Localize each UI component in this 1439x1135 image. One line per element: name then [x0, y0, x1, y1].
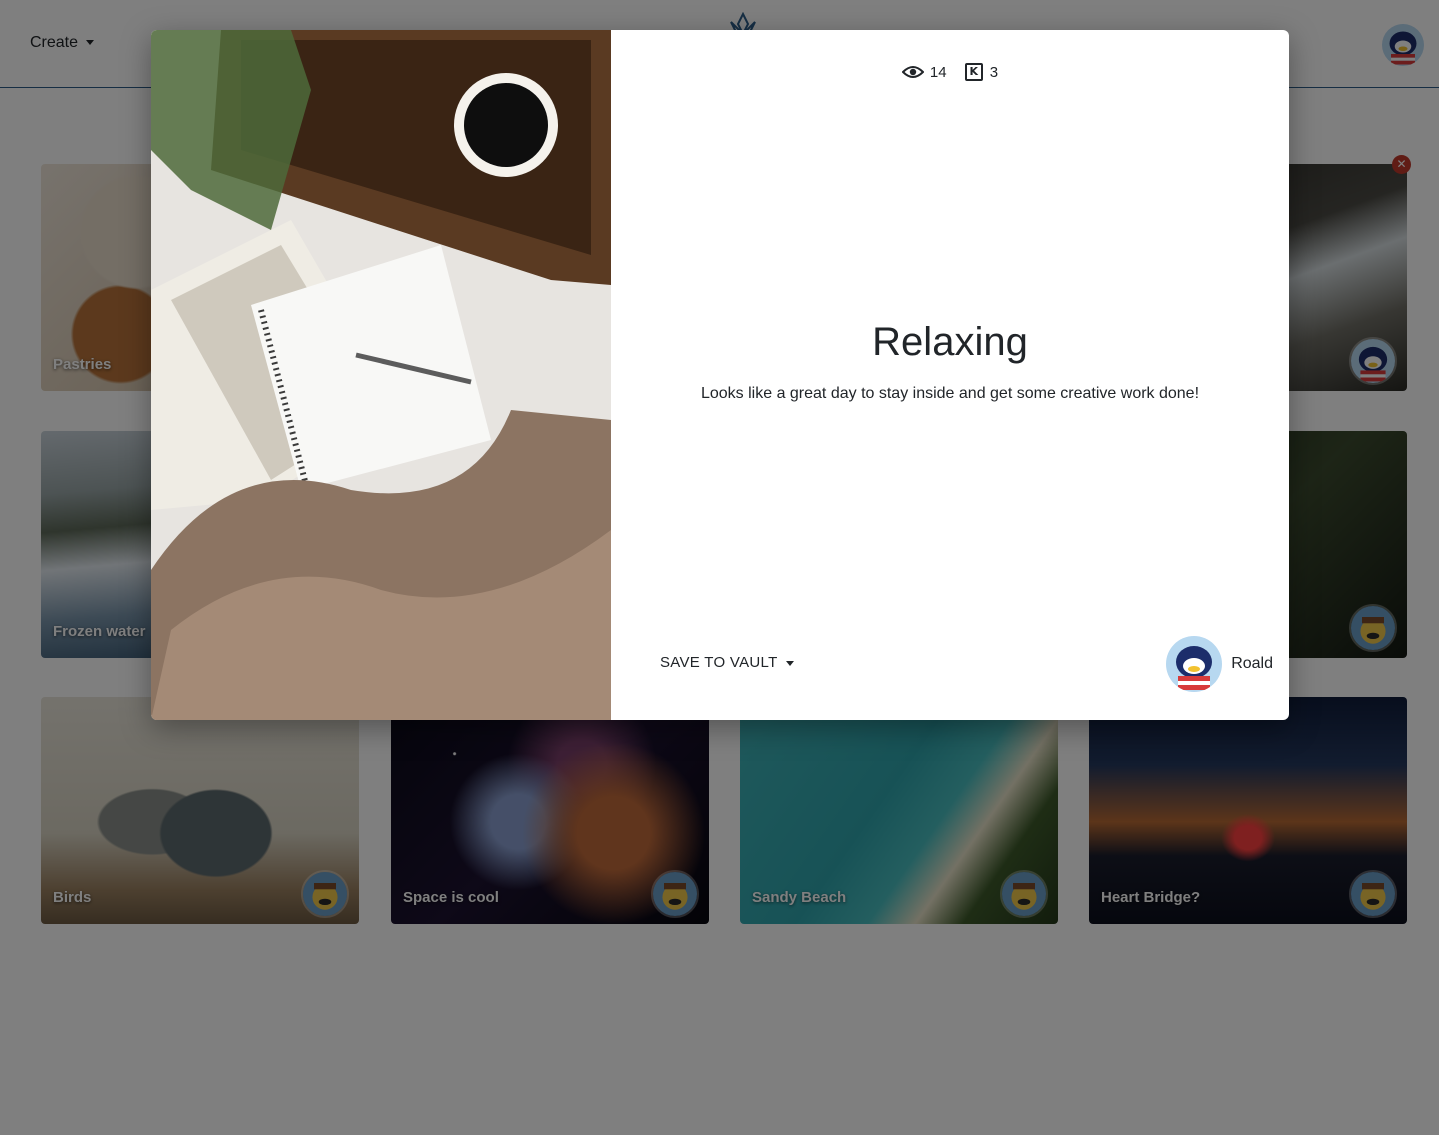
- keep-description: Looks like a great day to stay inside an…: [700, 385, 1200, 402]
- keep-author[interactable]: Roald: [1166, 636, 1273, 692]
- save-to-vault-label: SAVE TO VAULT: [660, 654, 778, 671]
- views-stat: 14: [901, 63, 947, 81]
- author-name: Roald: [1231, 655, 1273, 672]
- keep-detail-modal: 14 K 3 Relaxing Looks like a great day t…: [151, 30, 1289, 720]
- keeps-stat: K 3: [964, 63, 999, 82]
- penguin-avatar-icon: [1166, 636, 1223, 692]
- keep-photo: [151, 30, 611, 720]
- save-to-vault-dropdown[interactable]: SAVE TO VAULT: [660, 654, 794, 671]
- keeps-count: 3: [989, 63, 999, 81]
- keep-detail-body: 14 K 3 Relaxing Looks like a great day t…: [611, 30, 1289, 720]
- eye-icon: [901, 66, 924, 79]
- views-count: 14: [929, 63, 947, 81]
- keep-icon: K: [964, 63, 983, 82]
- keep-title: Relaxing: [872, 320, 1028, 364]
- caret-down-icon: [785, 660, 794, 666]
- author-avatar[interactable]: [1166, 636, 1223, 692]
- keep-stats: 14 K 3: [611, 63, 1289, 82]
- keep-image: [151, 30, 611, 720]
